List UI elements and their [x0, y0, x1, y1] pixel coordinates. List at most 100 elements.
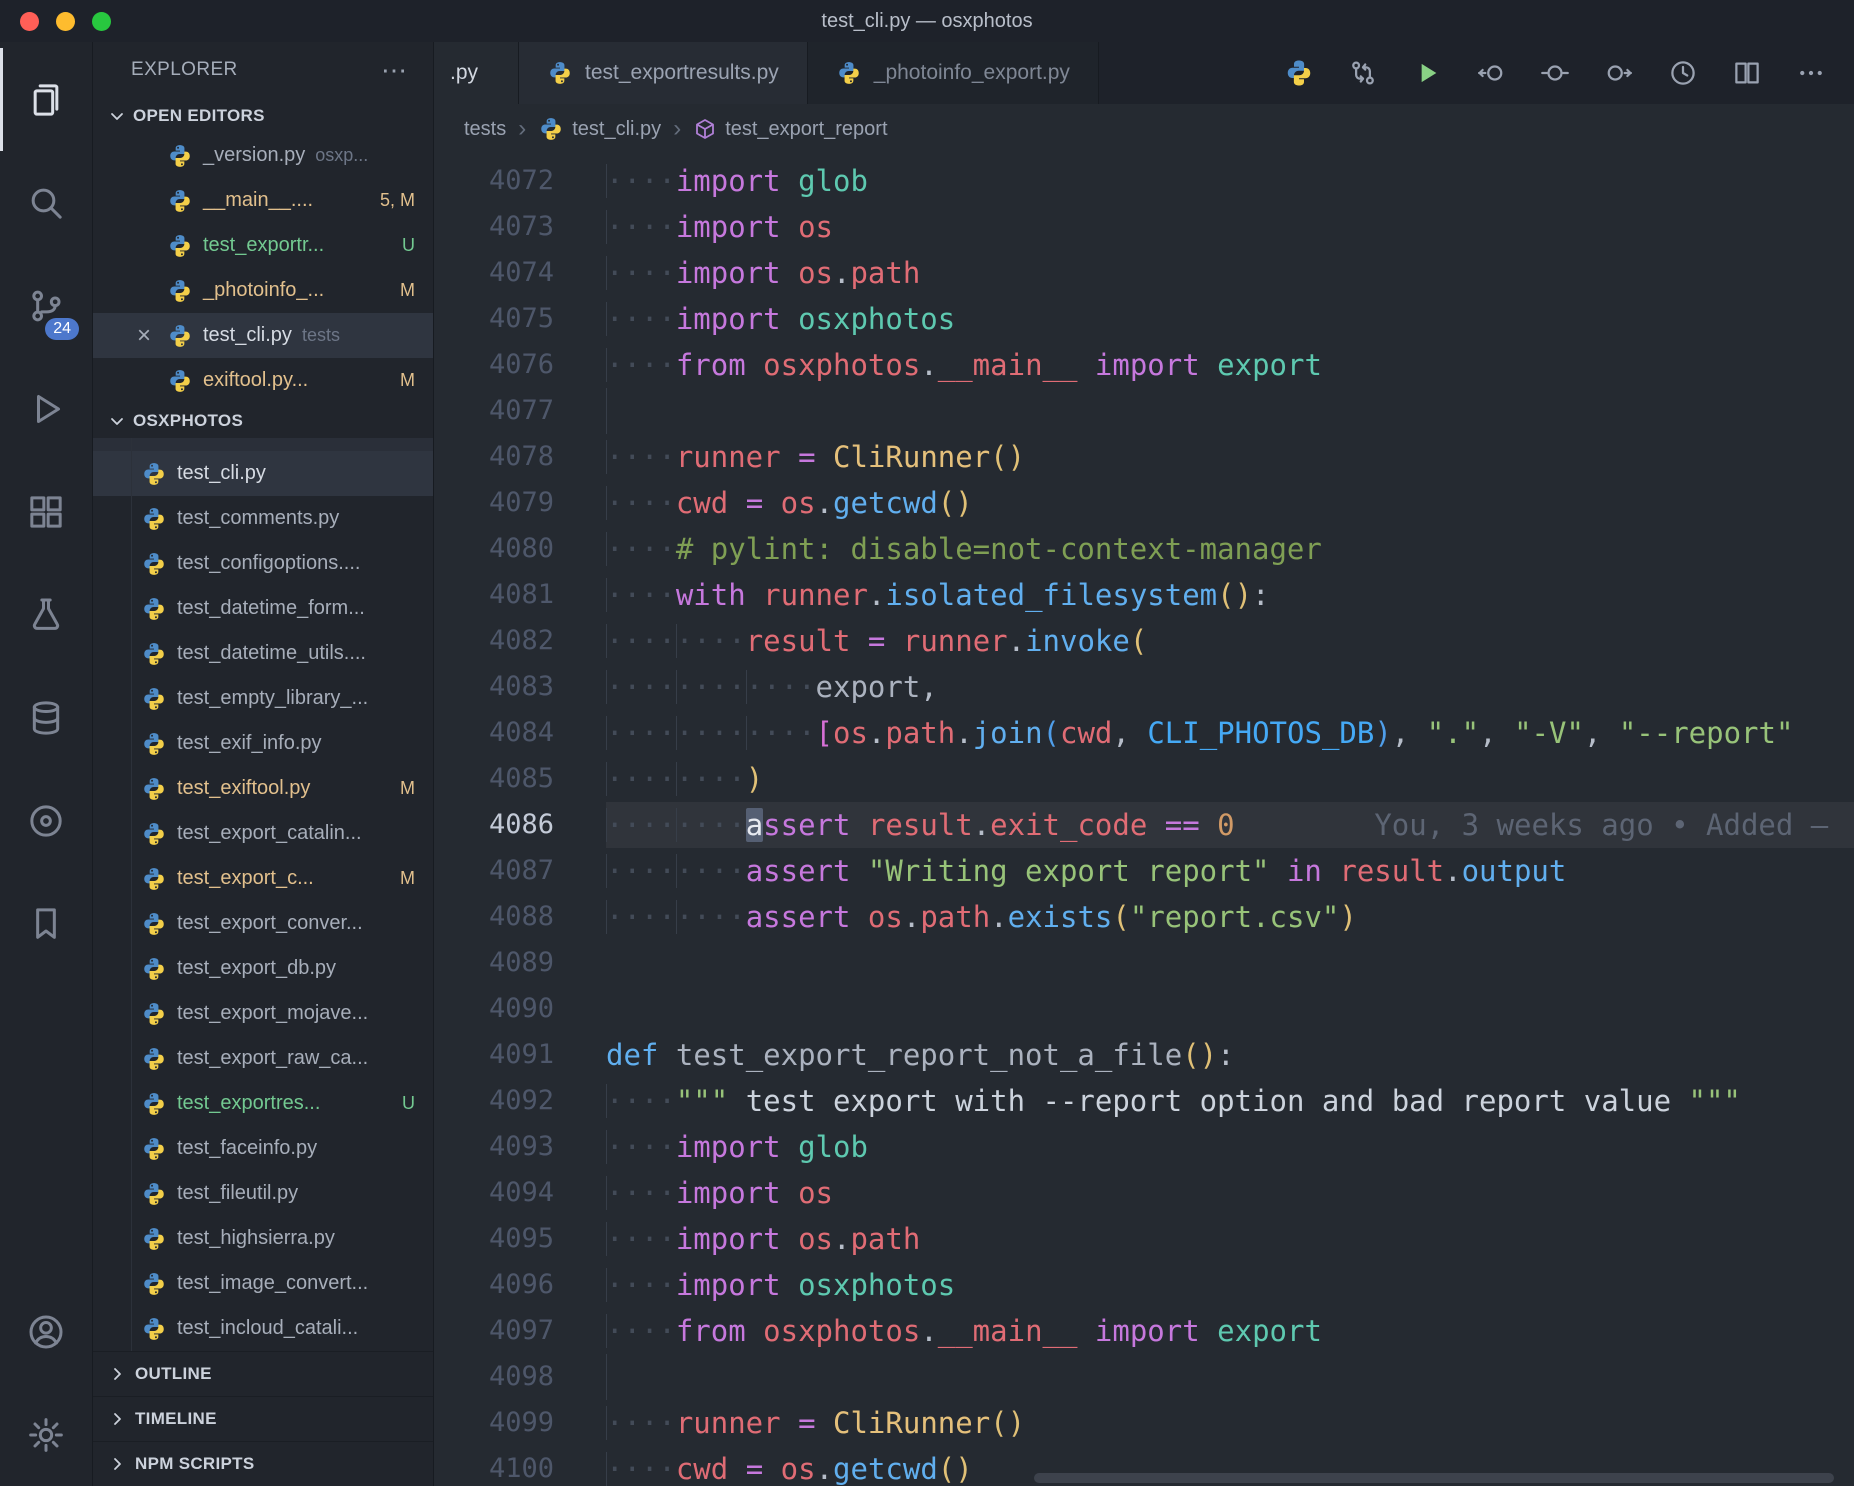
activity-item-extensions-icon[interactable]: [0, 460, 92, 563]
activity-item-source-control-icon[interactable]: 24: [0, 254, 92, 357]
close-window-button[interactable]: [20, 12, 39, 31]
activity-item-disc-icon[interactable]: [0, 769, 92, 872]
open-editor-item[interactable]: test_exportr...U: [93, 223, 433, 268]
tree-item[interactable]: test_empty_library_...: [93, 676, 433, 721]
line-number[interactable]: 4073: [434, 204, 606, 250]
activity-item-settings-gear-icon[interactable]: [0, 1383, 92, 1486]
code-text[interactable]: def test_export_report_not_a_file():: [606, 1032, 1854, 1078]
tree-item[interactable]: test_export_mojave...: [93, 991, 433, 1036]
line-number[interactable]: 4093: [434, 1124, 606, 1170]
activity-item-explorer-icon[interactable]: [0, 48, 92, 151]
osxphotos-header[interactable]: OSXPHOTOS: [93, 403, 433, 438]
tree-item[interactable]: test_export_catalin...: [93, 811, 433, 856]
activity-item-search-icon[interactable]: [0, 151, 92, 254]
code-text[interactable]: ····runner = CliRunner(): [606, 1400, 1854, 1446]
tree-item[interactable]: test_datetime_utils....: [93, 631, 433, 676]
line-number[interactable]: 4075: [434, 296, 606, 342]
tree-item[interactable]: test_export_raw_ca...: [93, 1036, 433, 1081]
tree-item[interactable]: test_incloud_catali...: [93, 1306, 433, 1351]
more-actions-icon[interactable]: ⋯: [381, 55, 409, 86]
line-number[interactable]: 4090: [434, 986, 606, 1032]
line-number[interactable]: 4077: [434, 388, 606, 434]
tree-item[interactable]: test_export_c...M: [93, 856, 433, 901]
open-editors-header[interactable]: OPEN EDITORS: [93, 98, 433, 133]
code-text[interactable]: ····import os.path: [606, 1216, 1854, 1262]
code-text[interactable]: ····# pylint: disable=not-context-manage…: [606, 526, 1854, 572]
section-npm-scripts[interactable]: NPM SCRIPTS: [93, 1441, 433, 1486]
activity-item-run-debug-icon[interactable]: [0, 357, 92, 460]
git-compare-icon[interactable]: [1334, 49, 1392, 97]
tree-item[interactable]: test_exportres...U: [93, 1081, 433, 1126]
code-text[interactable]: ········result = runner.invoke(: [606, 618, 1854, 664]
code-text[interactable]: ····import osxphotos: [606, 296, 1854, 342]
line-number[interactable]: 4076: [434, 342, 606, 388]
activity-item-bookmarks-icon[interactable]: [0, 872, 92, 975]
line-number[interactable]: 4083: [434, 664, 606, 710]
breadcrumb-item[interactable]: test_export_report: [693, 117, 887, 141]
record-icon[interactable]: [1526, 49, 1584, 97]
line-number[interactable]: 4074: [434, 250, 606, 296]
open-editor-item[interactable]: ×test_cli.pytests: [93, 313, 433, 358]
line-number[interactable]: 4094: [434, 1170, 606, 1216]
tree-item[interactable]: test_fileutil.py: [93, 1171, 433, 1216]
line-number[interactable]: 4091: [434, 1032, 606, 1078]
line-number[interactable]: 4082: [434, 618, 606, 664]
line-number[interactable]: 4096: [434, 1262, 606, 1308]
code-text[interactable]: [606, 986, 1854, 1032]
tree-item[interactable]: test_export_db.py: [93, 946, 433, 991]
tree-item[interactable]: test_cli.py: [93, 451, 433, 496]
tree-item[interactable]: test_image_convert...: [93, 1261, 433, 1306]
tree-item[interactable]: test_export_conver...: [93, 901, 433, 946]
code-text[interactable]: ····from osxphotos.__main__ import expor…: [606, 342, 1854, 388]
line-number[interactable]: 4085: [434, 756, 606, 802]
tree-item[interactable]: test_exiftool.pyM: [93, 766, 433, 811]
open-editor-item[interactable]: exiftool.py...M: [93, 358, 433, 403]
minimize-window-button[interactable]: [56, 12, 75, 31]
line-number[interactable]: 4092: [434, 1078, 606, 1124]
code-text[interactable]: [606, 940, 1854, 986]
split-editor-icon[interactable]: [1718, 49, 1776, 97]
code-editor[interactable]: 4072····import glob4073····import os4074…: [434, 154, 1854, 1486]
horizontal-scrollbar[interactable]: [1034, 1473, 1834, 1483]
line-number[interactable]: 4097: [434, 1308, 606, 1354]
prev-change-icon[interactable]: [1462, 49, 1520, 97]
zoom-window-button[interactable]: [92, 12, 111, 31]
code-text[interactable]: ····cwd = os.getcwd(): [606, 480, 1854, 526]
section-outline[interactable]: OUTLINE: [93, 1351, 433, 1396]
activity-item-testing-icon[interactable]: [0, 563, 92, 666]
code-text[interactable]: ····""" test export with --report option…: [606, 1078, 1854, 1124]
line-number[interactable]: 4081: [434, 572, 606, 618]
activity-item-database-icon[interactable]: [0, 666, 92, 769]
history-icon[interactable]: [1654, 49, 1712, 97]
code-text[interactable]: ········): [606, 756, 1854, 802]
editor-more-actions-icon[interactable]: [1782, 49, 1840, 97]
tree-item[interactable]: test_configoptions....: [93, 541, 433, 586]
tab-test_exportresults.py[interactable]: test_exportresults.py: [519, 42, 808, 104]
run-button-icon[interactable]: [1398, 49, 1456, 97]
activity-item-account-icon[interactable]: [0, 1280, 92, 1383]
code-text[interactable]: ····import glob: [606, 158, 1854, 204]
open-editor-item[interactable]: _photoinfo_...M: [93, 268, 433, 313]
line-number[interactable]: 4087: [434, 848, 606, 894]
open-editor-item[interactable]: _version.pyosxp...: [93, 133, 433, 178]
code-text[interactable]: ····import os: [606, 1170, 1854, 1216]
line-number[interactable]: 4086: [434, 802, 606, 848]
tree-item[interactable]: test_datetime_form...: [93, 586, 433, 631]
line-number[interactable]: 4072: [434, 158, 606, 204]
line-number[interactable]: 4079: [434, 480, 606, 526]
line-number[interactable]: 4088: [434, 894, 606, 940]
code-text[interactable]: ········assert os.path.exists("report.cs…: [606, 894, 1854, 940]
tab-_photoinfo_export.py[interactable]: _photoinfo_export.py: [808, 42, 1099, 104]
code-text[interactable]: ····from osxphotos.__main__ import expor…: [606, 1308, 1854, 1354]
code-text[interactable]: [606, 1354, 1854, 1400]
code-text[interactable]: ····import os: [606, 204, 1854, 250]
line-number[interactable]: 4078: [434, 434, 606, 480]
code-text[interactable]: ····import glob: [606, 1124, 1854, 1170]
code-text[interactable]: ········assert "Writing export report" i…: [606, 848, 1854, 894]
line-number[interactable]: 4095: [434, 1216, 606, 1262]
breadcrumb-item[interactable]: test_cli.py: [538, 116, 661, 142]
code-text[interactable]: ····runner = CliRunner(): [606, 434, 1854, 480]
line-number[interactable]: 4089: [434, 940, 606, 986]
close-icon[interactable]: ×: [93, 322, 167, 350]
line-number[interactable]: 4098: [434, 1354, 606, 1400]
